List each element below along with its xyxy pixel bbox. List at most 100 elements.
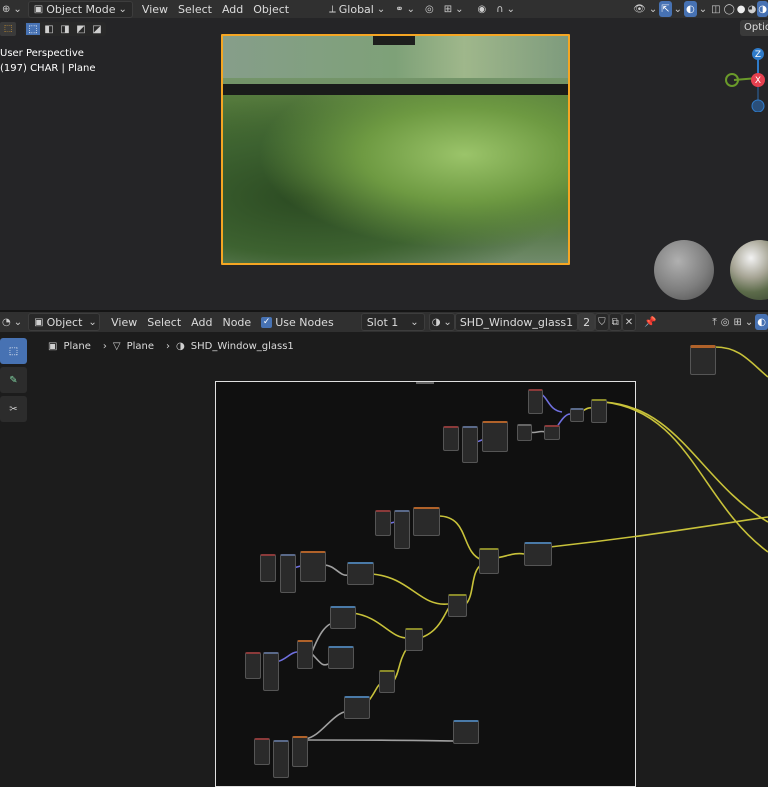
proportional-edit-toggle[interactable]: ◉ xyxy=(473,1,492,17)
material-sphere-icon: ◑ xyxy=(431,316,441,328)
pin-button[interactable]: 📌 xyxy=(642,314,658,330)
texture-coordinate-node[interactable] xyxy=(528,389,543,414)
proportional-edit-icon: ◉ xyxy=(477,3,487,15)
chevron-down-icon: ⌄ xyxy=(88,316,97,328)
node-editor-canvas[interactable]: ▣ Plane › ▽ Plane › ◑ SHD_Window_glass1 … xyxy=(0,332,768,787)
options-dropdown[interactable]: Optio xyxy=(740,20,768,36)
texcoord-node-2[interactable] xyxy=(443,426,459,451)
gizmo-neg-z-axis[interactable] xyxy=(751,99,765,112)
shading-wireframe[interactable]: ◯ xyxy=(723,1,736,17)
mapping-node-6[interactable] xyxy=(273,740,289,778)
pivot-dropdown[interactable]: ⚭ ⌄ xyxy=(390,1,420,17)
fake-user-button[interactable]: ⛉ xyxy=(595,313,609,331)
select-new-icon[interactable]: ⬚ xyxy=(26,23,40,35)
menu-object[interactable]: Object xyxy=(248,1,294,17)
copy-icon: ⧉ xyxy=(611,316,619,328)
select-intersect-icon[interactable]: ◪ xyxy=(90,23,104,35)
snap-target-dropdown[interactable]: ⊞ ⌄ xyxy=(439,1,469,17)
bsdf-node[interactable] xyxy=(524,542,552,566)
texcoord-node-3[interactable] xyxy=(375,510,391,536)
math-node-2[interactable] xyxy=(544,425,560,440)
vector-math-node[interactable] xyxy=(570,408,584,422)
node-menu-select[interactable]: Select xyxy=(142,312,186,332)
material-output-node[interactable] xyxy=(690,345,716,375)
overlays-dropdown[interactable]: ⌄ xyxy=(697,1,709,17)
node-editor-type-button[interactable]: ◔ ⌄ xyxy=(0,312,24,332)
menu-select[interactable]: Select xyxy=(173,1,217,17)
menu-add[interactable]: Add xyxy=(217,1,248,17)
navigation-gizmo[interactable]: Z X xyxy=(720,44,768,112)
snap-toggle[interactable]: ◎ xyxy=(420,1,439,17)
select-invert-icon[interactable]: ◩ xyxy=(74,23,88,35)
image-texture-node-6[interactable] xyxy=(292,736,308,767)
parent-node-tree-button[interactable]: ⤒ xyxy=(710,314,718,330)
node-links xyxy=(272,346,768,742)
mapping-node-4[interactable] xyxy=(280,554,296,593)
editor-type-button[interactable]: ⊕ ⌄ xyxy=(0,1,24,17)
image-texture-node-3[interactable] xyxy=(413,507,440,536)
selection-mode-group: ⬚ ◧ ◨ ◩ ◪ xyxy=(24,22,106,36)
mix-node-3[interactable] xyxy=(479,548,499,574)
use-nodes-checkbox[interactable]: ✓ Use Nodes xyxy=(256,312,339,332)
close-icon: ✕ xyxy=(624,316,634,328)
image-texture-node-2[interactable] xyxy=(482,421,508,452)
node-overlays-toggle[interactable]: ◐ xyxy=(755,314,768,330)
duplicate-material-button[interactable]: ⧉ xyxy=(608,313,622,331)
texcoord-node-5[interactable] xyxy=(245,652,261,679)
falloff-dropdown[interactable]: ∩ ⌄ xyxy=(491,1,520,17)
active-object-label: (197) CHAR | Plane xyxy=(0,63,96,74)
select-extend-icon[interactable]: ◧ xyxy=(42,23,56,35)
gizmo-dropdown[interactable]: ⌄ xyxy=(672,1,684,17)
overlays-toggle[interactable]: ◐ xyxy=(684,1,697,17)
gizmo-z-label: Z xyxy=(755,50,761,60)
xray-toggle[interactable]: ◫ xyxy=(709,1,722,17)
noise-texture-node[interactable] xyxy=(297,640,313,669)
node-snap-dropdown[interactable]: ⊞ ⌄ xyxy=(731,314,755,330)
mix-node-top[interactable] xyxy=(591,399,607,423)
window-frame-bar xyxy=(223,84,568,95)
select-box-tool-button[interactable]: ⬚ xyxy=(0,22,16,36)
color-ramp-node-7[interactable] xyxy=(344,696,370,719)
color-ramp-node-5[interactable] xyxy=(330,606,356,629)
color-ramp-node-6[interactable] xyxy=(328,646,354,669)
visibility-dropdown[interactable]: 👁 ⌄ xyxy=(631,1,659,17)
shader-type-dropdown[interactable]: ▣ Object ⌄ xyxy=(28,313,101,331)
gizmo-icon: ⇱ xyxy=(661,3,670,15)
mix-node-4[interactable] xyxy=(448,594,467,617)
shading-rendered[interactable]: ◑ xyxy=(757,1,768,17)
shield-icon: ⛉ xyxy=(598,316,606,328)
texcoord-node-6[interactable] xyxy=(254,738,270,765)
material-slot-dropdown[interactable]: Slot 1 ⌄ xyxy=(360,313,425,331)
texcoord-node-4[interactable] xyxy=(260,554,276,582)
mix-node-5[interactable] xyxy=(405,628,423,651)
mapping-node-2[interactable] xyxy=(462,426,478,463)
mode-dropdown[interactable]: ▣ Object Mode ⌄ xyxy=(27,0,133,18)
magnet-icon: ◎ xyxy=(425,3,434,15)
node-snap-toggle[interactable]: ◎ xyxy=(719,314,732,330)
reroute-node-2[interactable] xyxy=(517,424,532,441)
gizmo-toggle[interactable]: ⇱ xyxy=(659,1,672,17)
node-menu-node[interactable]: Node xyxy=(217,312,256,332)
mix-node-6[interactable] xyxy=(379,670,395,693)
select-subtract-icon[interactable]: ◨ xyxy=(58,23,72,35)
shading-material[interactable]: ◕ xyxy=(747,1,758,17)
node-tree-icon: ◔ xyxy=(2,316,11,328)
transform-orientation-dropdown[interactable]: ⟂ Global ⌄ xyxy=(324,2,390,17)
shading-solid[interactable]: ● xyxy=(736,1,747,17)
unlink-material-button[interactable]: ✕ xyxy=(621,313,637,331)
3d-viewport[interactable]: ⬚ ⬚ ◧ ◨ ◩ ◪ User Perspective (197) CHAR … xyxy=(0,18,768,310)
window-glass-plane[interactable] xyxy=(221,34,570,265)
image-texture-node-4[interactable] xyxy=(300,551,326,582)
chevron-down-icon: ⌄ xyxy=(13,3,22,15)
color-ramp-node-8[interactable] xyxy=(453,720,479,744)
node-menu-view[interactable]: View xyxy=(106,312,142,332)
browse-material-button[interactable]: ◑ ⌄ xyxy=(428,313,455,331)
eye-icon: 👁 xyxy=(633,3,646,15)
mapping-node-5[interactable] xyxy=(263,652,279,691)
material-user-count[interactable]: 2 xyxy=(578,313,596,331)
material-name-field[interactable]: SHD_Window_glass1 xyxy=(454,313,579,331)
menu-view[interactable]: View xyxy=(137,1,173,17)
mapping-node-3[interactable] xyxy=(394,510,410,549)
node-menu-add[interactable]: Add xyxy=(186,312,217,332)
color-ramp-node-4[interactable] xyxy=(347,562,374,585)
